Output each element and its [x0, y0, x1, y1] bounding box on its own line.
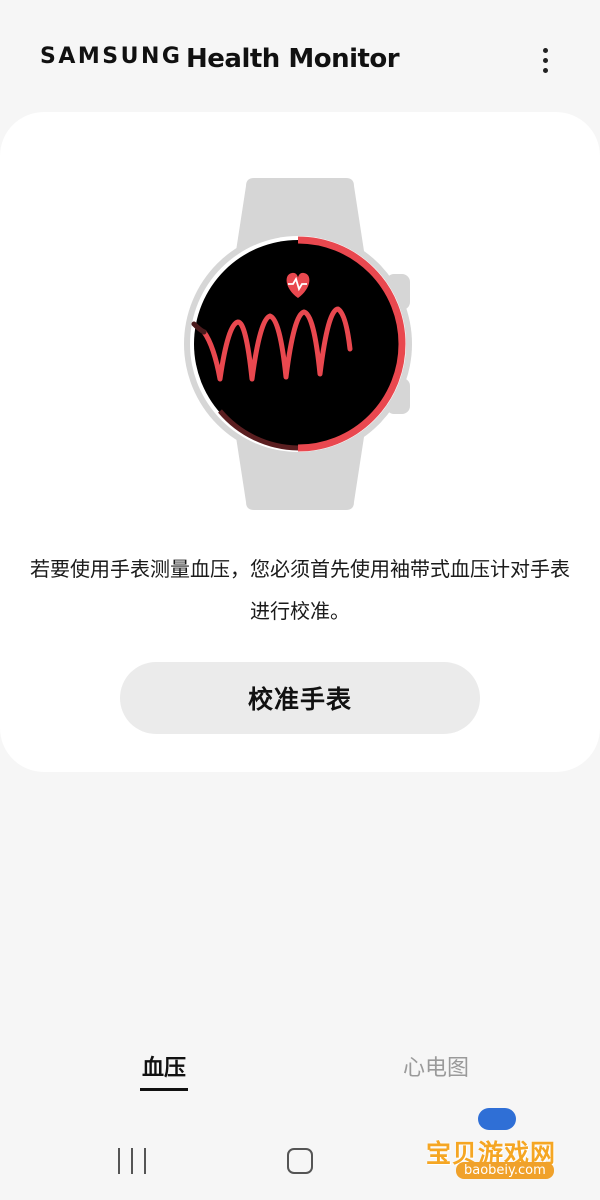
smartwatch-illustration: [184, 178, 412, 510]
app-title: Health Monitor: [186, 44, 400, 74]
blood-pressure-card: 若要使用手表测量血压，您必须首先使用袖带式血压计对手表进行校准。 校准手表: [0, 112, 600, 772]
gamepad-icon: [478, 1108, 516, 1130]
tab-blood-pressure[interactable]: 血压: [104, 1050, 224, 1091]
tab-ecg-label: 心电图: [402, 1056, 469, 1081]
tab-blood-pressure-label: 血压: [141, 1056, 186, 1081]
more-options-icon[interactable]: [528, 40, 562, 80]
bottom-tabs: 血压 心电图: [0, 1050, 600, 1100]
watermark-logo: 宝贝游戏网 baobeiy.com: [420, 1100, 596, 1196]
tab-ecg[interactable]: 心电图: [376, 1050, 496, 1082]
home-icon[interactable]: [287, 1148, 313, 1174]
recents-icon[interactable]: [118, 1148, 146, 1174]
app-header: SAMSUNG Health Monitor: [0, 0, 600, 112]
calibrate-watch-button[interactable]: 校准手表: [120, 662, 480, 734]
active-tab-indicator: [140, 1088, 188, 1091]
watermark-url: baobeiy.com: [456, 1162, 554, 1179]
calibration-description: 若要使用手表测量血压，您必须首先使用袖带式血压计对手表进行校准。: [30, 557, 570, 623]
brand-logo: SAMSUNG: [40, 44, 183, 69]
